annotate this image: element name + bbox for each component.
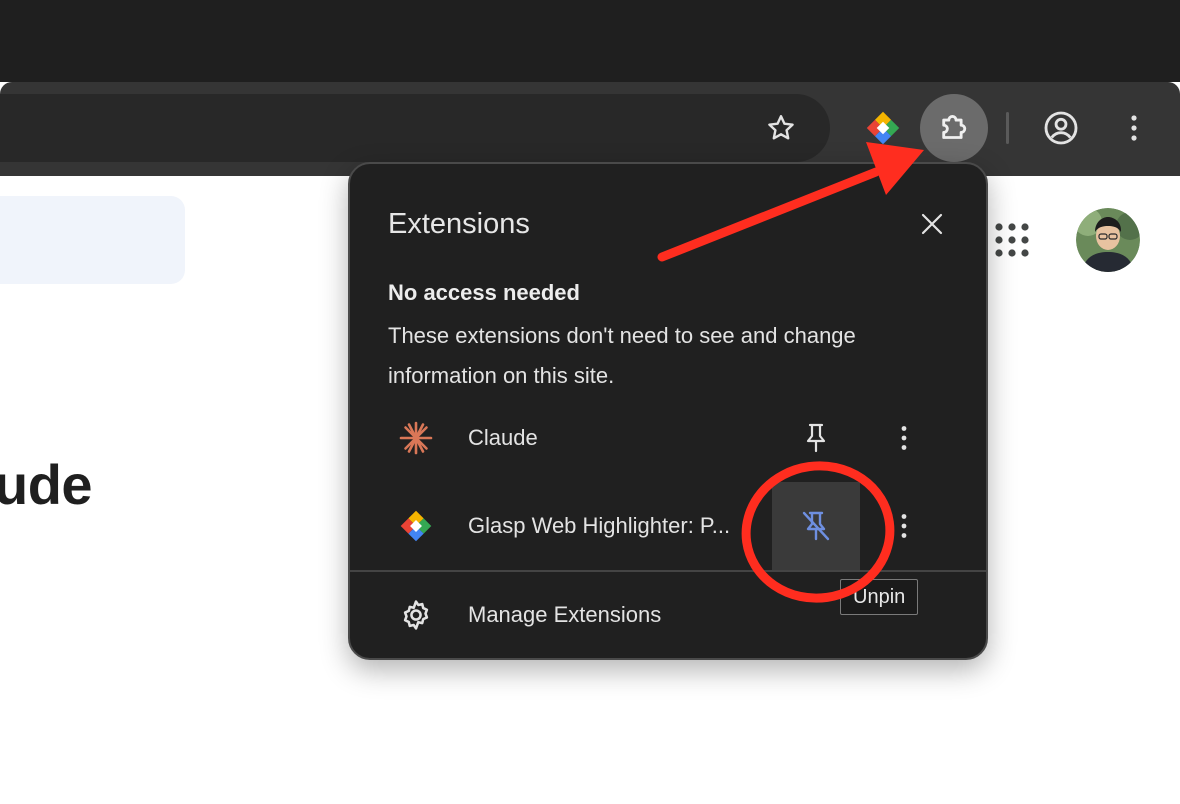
kebab-menu-icon: [901, 514, 907, 538]
glasp-icon: [400, 510, 432, 542]
popup-title: Extensions: [388, 208, 530, 240]
tab-strip: [0, 0, 1180, 82]
browser-menu-button[interactable]: [1112, 105, 1156, 151]
claude-extension-icon: [396, 418, 436, 458]
section-description: These extensions don't need to see and c…: [388, 323, 856, 388]
toolbar-separator: [1006, 112, 1009, 144]
apps-grid-button[interactable]: [994, 222, 1030, 258]
extension-menu-button-claude[interactable]: [887, 415, 921, 461]
claude-icon: [399, 421, 433, 455]
kebab-menu-icon: [1131, 115, 1137, 141]
pinned-glasp-extension-button[interactable]: [860, 105, 906, 151]
manage-icon-wrap: [396, 595, 436, 635]
pin-icon: [806, 423, 826, 453]
popup-divider: [350, 570, 986, 572]
puzzle-icon: [942, 115, 967, 139]
extension-name: Claude: [468, 425, 538, 450]
apps-grid-icon: [995, 223, 1029, 257]
account-avatar[interactable]: [1076, 208, 1140, 272]
extensions-button[interactable]: [920, 94, 988, 162]
pin-button-claude[interactable]: [790, 412, 842, 464]
extension-name: Glasp Web Highlighter: P...: [468, 513, 731, 538]
profile-icon: [1044, 111, 1078, 145]
kebab-menu-icon: [901, 426, 907, 450]
manage-extensions-label: Manage Extensions: [468, 602, 662, 627]
section-heading: No access needed: [388, 280, 580, 305]
popup-close-button[interactable]: [912, 204, 952, 244]
glasp-extension-icon: [396, 506, 436, 546]
unpin-button-glasp[interactable]: [772, 482, 860, 570]
close-icon: [921, 213, 943, 235]
star-icon: [768, 115, 794, 140]
gear-icon: [403, 600, 429, 630]
extension-menu-button-glasp[interactable]: [887, 503, 921, 549]
address-bar[interactable]: [0, 94, 830, 162]
extension-row-glasp[interactable]: Glasp Web Highlighter: P...: [350, 482, 986, 570]
unpin-icon: [802, 511, 830, 541]
extension-row-claude[interactable]: Claude: [350, 400, 986, 476]
page-heading: ude: [0, 453, 93, 516]
page-search-box[interactable]: [0, 196, 185, 284]
unpin-tooltip: Unpin: [840, 579, 919, 615]
profile-button[interactable]: [1038, 105, 1084, 151]
bookmark-star-button[interactable]: [760, 107, 802, 149]
avatar-photo: [1076, 208, 1140, 272]
glasp-icon: [866, 111, 900, 145]
